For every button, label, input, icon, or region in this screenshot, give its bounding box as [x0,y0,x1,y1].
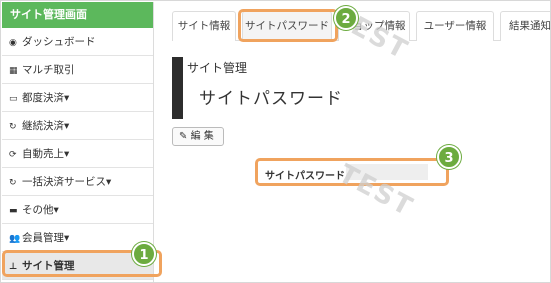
sidebar-item-label: 自動売上▾ [22,148,70,160]
step-badge-2: 2 [334,6,358,30]
section-label: サイト管理 [187,61,248,75]
sidebar-item-other[interactable]: ▬ その他▾ [2,197,153,224]
sidebar-item-label: その他▾ [22,204,59,216]
sidebar-header: サイト管理画面 [2,2,153,28]
sidebar-item-dashboard[interactable]: ◉ ダッシュボード [2,29,153,56]
refresh-icon: ↻ [9,178,17,188]
users-icon: 👥 [9,234,21,244]
refresh-icon: ↻ [9,122,17,132]
sidebar-item-label: マルチ取引 [22,64,75,76]
tab-site-info[interactable]: サイト情報 [172,11,236,41]
sidebar-item-recurring-payment[interactable]: ↻ 継続決済▾ [2,113,153,140]
edit-button[interactable]: ✎ 編 集 [172,127,224,146]
screenshot-frame: サイト管理画面 ◉ ダッシュボード ▦ マルチ取引 ▭ 都度決済▾ ↻ 継続決済▾ ⟳ 自… [0,0,551,283]
sidebar-item-multi-transaction[interactable]: ▦ マルチ取引 [2,57,153,84]
sidebar-item-label: 一括決済サービス▾ [22,176,112,188]
sidebar-item-auto-sales[interactable]: ⟳ 自動売上▾ [2,141,153,168]
folder-icon: ▬ [9,206,18,216]
sync-icon: ⟳ [9,150,17,160]
edit-button-label: 編 集 [190,131,214,142]
edit-icon: ✎ [179,131,188,142]
card-icon: ▭ [9,94,18,104]
grid-icon: ▦ [9,66,18,76]
dashboard-icon: ◉ [9,38,17,48]
sidebar-item-one-time-payment[interactable]: ▭ 都度決済▾ [2,85,153,112]
password-highlight-box [255,158,449,186]
sidebar-item-label: 都度決済▾ [22,92,70,104]
step-badge-3: 3 [437,145,461,169]
tab-highlight-box [238,9,338,42]
sidebar-item-label: 継続決済▾ [22,120,70,132]
sidebar: サイト管理画面 ◉ ダッシュボード ▦ マルチ取引 ▭ 都度決済▾ ↻ 継続決済▾ ⟳ 自… [2,2,154,282]
tab-result-notification[interactable]: 結果通知 [500,11,550,41]
tab-user-info[interactable]: ユーザー情報 [416,11,494,41]
step-badge-1: 1 [132,242,156,266]
sidebar-item-label: ダッシュボード [22,36,96,48]
sidebar-item-member-management[interactable]: 👥 会員管理▾ [2,225,153,252]
sidebar-item-label: 会員管理▾ [22,232,70,244]
page-title: サイトパスワード [199,89,343,109]
tab-bar: サイト情報 サイトパスワード ショップ情報 ユーザー情報 結果通知 [172,11,550,41]
title-accent-bar [172,57,183,119]
sidebar-item-bulk-payment[interactable]: ↻ 一括決済サービス▾ [2,169,153,196]
